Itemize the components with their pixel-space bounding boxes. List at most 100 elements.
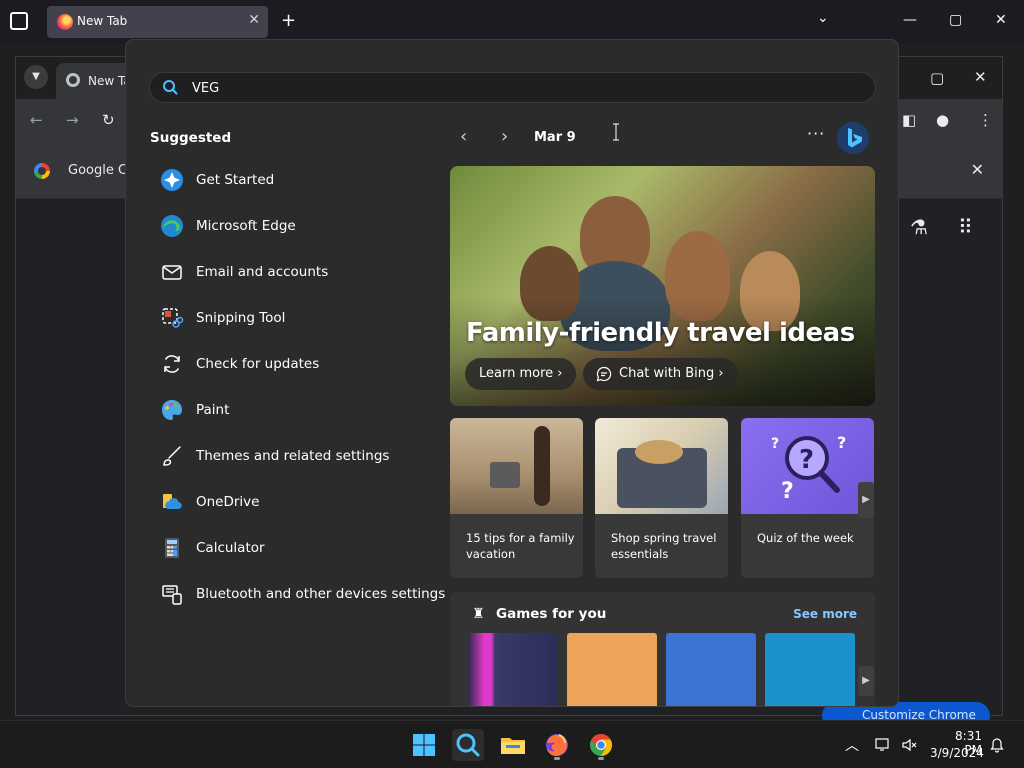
refresh-icon (164, 355, 180, 373)
svg-text:?: ? (771, 436, 779, 452)
suitcase-shape (490, 462, 520, 488)
network-icon[interactable] (875, 737, 891, 753)
cards-next-button[interactable]: ▶ (858, 482, 874, 518)
mail-icon (162, 265, 182, 280)
suggested-item-onedrive[interactable]: OneDrive (150, 479, 432, 525)
suggested-item-label: Paint (196, 402, 230, 418)
next-day-button[interactable]: › (501, 126, 508, 147)
reload-icon[interactable]: ↻ (102, 111, 115, 129)
taskbar-chrome[interactable] (585, 729, 617, 761)
close-tab-button[interactable]: ✕ (248, 12, 260, 28)
google-icon (34, 163, 50, 179)
learn-more-button[interactable]: Learn more › (465, 358, 577, 390)
search-box[interactable] (149, 72, 876, 103)
list-all-tabs-icon[interactable] (10, 12, 28, 30)
forward-icon[interactable]: → (66, 111, 79, 129)
suggested-item-snipping-tool[interactable]: Snipping Tool (150, 295, 432, 341)
text-cursor-icon (613, 123, 619, 141)
chess-piece-icon: ♜ (472, 606, 485, 622)
suggested-item-themes[interactable]: Themes and related settings (150, 433, 432, 479)
svg-text:?: ? (781, 479, 794, 504)
running-indicator (598, 757, 604, 760)
suggested-item-label: Microsoft Edge (196, 218, 296, 234)
svg-text:?: ? (837, 433, 846, 452)
card-image: ? ? ? ? (741, 418, 874, 514)
more-options-button[interactable]: ··· (807, 124, 825, 143)
game-tile[interactable] (567, 633, 657, 706)
card-quiz-of-the-week[interactable]: ? ? ? ? Quiz of the week (741, 418, 874, 578)
suggested-item-get-started[interactable]: Get Started (150, 157, 432, 203)
hat-shape (635, 440, 683, 464)
profile-icon[interactable]: ● (936, 111, 949, 129)
chrome-tab-new-tab[interactable]: New Ta (56, 63, 136, 99)
suggested-item-label: Themes and related settings (196, 448, 390, 464)
show-hidden-icons-button[interactable]: ︿ (845, 735, 859, 755)
minimize-button[interactable]: — (903, 12, 917, 28)
start-button[interactable] (408, 729, 440, 761)
taskbar-file-explorer[interactable] (497, 729, 529, 761)
firefox-icon (57, 14, 73, 30)
maximize-button[interactable]: ▢ (930, 69, 944, 87)
feed-date: Mar 9 (534, 130, 576, 145)
labs-icon[interactable]: ⚗ (910, 215, 928, 239)
card-spring-travel[interactable]: Shop spring travel essentials (595, 418, 728, 578)
suggested-item-label: Get Started (196, 172, 275, 188)
folder-icon (501, 738, 525, 754)
search-icon (456, 733, 480, 757)
suggested-item-check-for-updates[interactable]: Check for updates (150, 341, 432, 387)
running-indicator (554, 757, 560, 760)
suggested-item-email-and-accounts[interactable]: Email and accounts (150, 249, 432, 295)
calculator-icon (165, 538, 179, 558)
suggested-item-paint[interactable]: Paint (150, 387, 432, 433)
back-icon[interactable]: ← (30, 111, 43, 129)
previous-day-button[interactable]: ‹ (460, 126, 467, 147)
suggested-item-label: OneDrive (196, 494, 260, 510)
search-flyout: Suggested Get Started Microsoft Edge Ema… (125, 39, 899, 707)
info-bar-close-button[interactable]: ✕ (971, 160, 984, 179)
brush-icon (163, 446, 181, 466)
maximize-button[interactable]: ▢ (949, 12, 962, 28)
suggested-item-microsoft-edge[interactable]: Microsoft Edge (150, 203, 432, 249)
chat-with-bing-button[interactable]: Chat with Bing › (583, 358, 738, 390)
taskbar-firefox[interactable] (541, 729, 573, 761)
person-shape (534, 426, 550, 506)
tab-search-dropdown-icon[interactable]: ▼ (24, 65, 48, 89)
card-family-vacation[interactable]: 15 tips for a family vacation (450, 418, 583, 578)
new-tab-button[interactable]: + (281, 10, 296, 31)
taskbar: ︿ 8:31 PM 3/9/2024 (0, 720, 1024, 768)
taskbar-search-button[interactable] (452, 729, 484, 761)
suggested-item-label: Calculator (196, 540, 265, 556)
card-image (595, 418, 728, 514)
close-window-button[interactable]: ✕ (995, 12, 1007, 28)
apps-grid-icon[interactable]: ⠿ (958, 215, 973, 239)
clock-date[interactable]: 3/9/2024 (930, 746, 984, 760)
suggested-item-label: Email and accounts (196, 264, 329, 280)
get-started-icon (161, 169, 183, 191)
volume-muted-icon[interactable] (901, 737, 917, 753)
firefox-tab-new-tab[interactable]: New Tab ✕ (47, 6, 268, 38)
suggested-item-bluetooth-devices[interactable]: Bluetooth and other devices settings (150, 571, 445, 617)
notification-bell-icon[interactable] (989, 737, 1005, 753)
game-tile[interactable] (765, 633, 855, 706)
suggested-item-label: Bluetooth and other devices settings (196, 586, 446, 602)
side-panel-icon[interactable]: ◧ (902, 111, 916, 129)
menu-icon[interactable]: ⋮ (978, 111, 993, 129)
onedrive-icon (163, 494, 182, 510)
bing-button[interactable] (837, 122, 869, 154)
search-input[interactable] (192, 77, 832, 99)
game-tile[interactable] (666, 633, 756, 706)
search-icon (163, 80, 178, 95)
suggested-item-label: Check for updates (196, 356, 320, 372)
close-window-button[interactable]: ✕ (974, 68, 987, 86)
games-next-button[interactable]: ▶ (858, 666, 874, 696)
see-more-link[interactable]: See more (793, 607, 857, 621)
chevron-down-icon[interactable]: ⌄ (817, 10, 829, 26)
card-text: Shop spring travel essentials (611, 531, 717, 561)
chat-bubble-icon (596, 366, 612, 382)
suggested-item-calculator[interactable]: Calculator (150, 525, 432, 571)
chrome-icon (66, 73, 80, 87)
hero-card[interactable]: Family-friendly travel ideas Learn more … (450, 166, 875, 406)
magnifier-question-icon: ? ? ? ? (771, 433, 846, 504)
game-tile[interactable] (468, 633, 558, 706)
firefox-tab-bar: New Tab ✕ + ⌄ — ▢ ✕ (0, 0, 1024, 44)
